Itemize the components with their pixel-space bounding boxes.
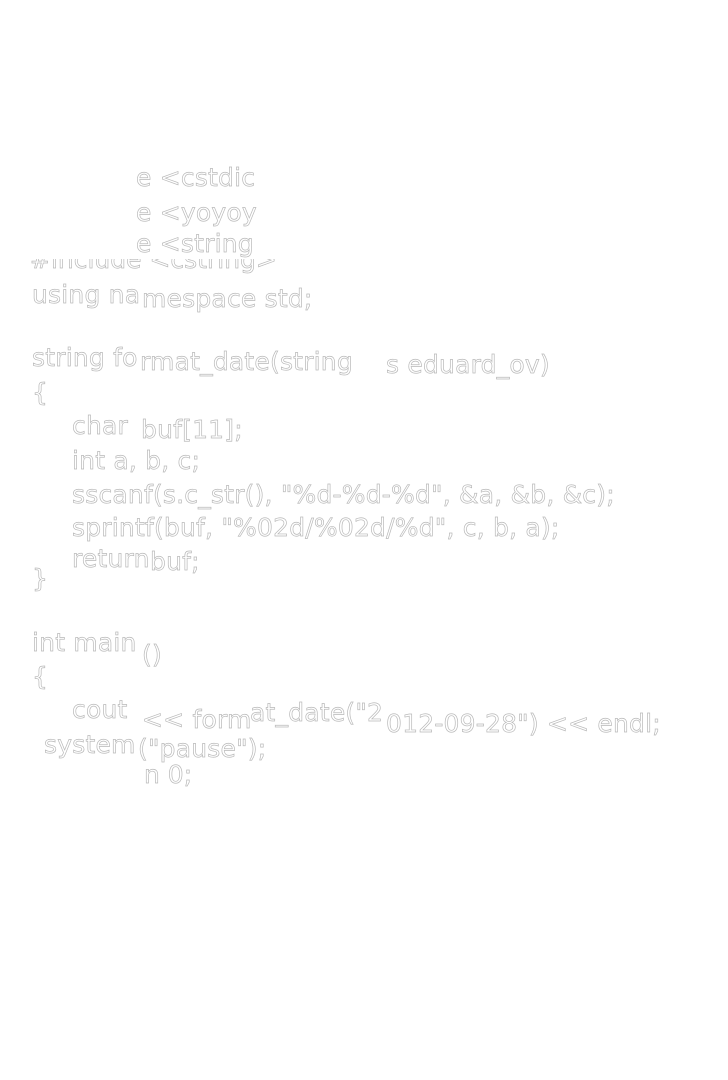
code-line-cout-part3: at_date("2 (250, 698, 384, 727)
code-line-cout-part2: << form (142, 705, 252, 734)
code-line-using-part1: using na (32, 280, 141, 309)
code-open-brace-function: { (32, 378, 49, 407)
code-line-system-part2: ("pause"); (138, 734, 267, 763)
clipped-code-line: #include <cstring> (30, 259, 310, 274)
code-open-brace-main: { (32, 662, 49, 691)
code-line-using-part2: mespace std; (142, 284, 313, 313)
code-line-system-part1: system (44, 730, 136, 759)
code-line-return-part2: buf; (150, 547, 200, 576)
code-line-function-part1: string fo (32, 343, 138, 372)
clipped-return-line: n 0; (144, 762, 234, 790)
code-line-sprintf: sprintf(buf, "%02d/%02d/%d", c, b, a); (72, 513, 560, 542)
code-screenshot: e <cstdic e <yoyoy e <string #include <c… (0, 0, 728, 1080)
code-line-function-part2: rmat_date(string (140, 347, 353, 376)
code-line-include-cstdio: e <cstdic (136, 163, 256, 192)
code-close-brace-function: } (32, 564, 49, 593)
code-line-main-part1: int main (32, 628, 137, 657)
code-line-main-part2: () (142, 640, 162, 669)
code-line-char-part2: buf[11]; (141, 415, 243, 444)
code-line-char-part1: char (72, 411, 129, 440)
code-line-function-part3: s eduard_ov) (386, 350, 550, 379)
clipped-code-text: #include <cstring> (30, 259, 277, 274)
code-line-cout-part1: cout (72, 695, 128, 724)
code-line-sscanf: sscanf(s.c_str(), "%d-%d-%d", &a, &b, &c… (72, 480, 615, 509)
code-line-int-vars: int a, b, c; (72, 446, 201, 475)
code-line-cout-part4: 012-09-28") << endl; (386, 709, 661, 738)
code-line-include-string: e <string (136, 229, 254, 258)
code-line-return-part1: return (72, 544, 150, 573)
code-line-include-yoyoy: e <yoyoy (136, 198, 257, 227)
code-line-return-zero: n 0; (144, 762, 193, 789)
